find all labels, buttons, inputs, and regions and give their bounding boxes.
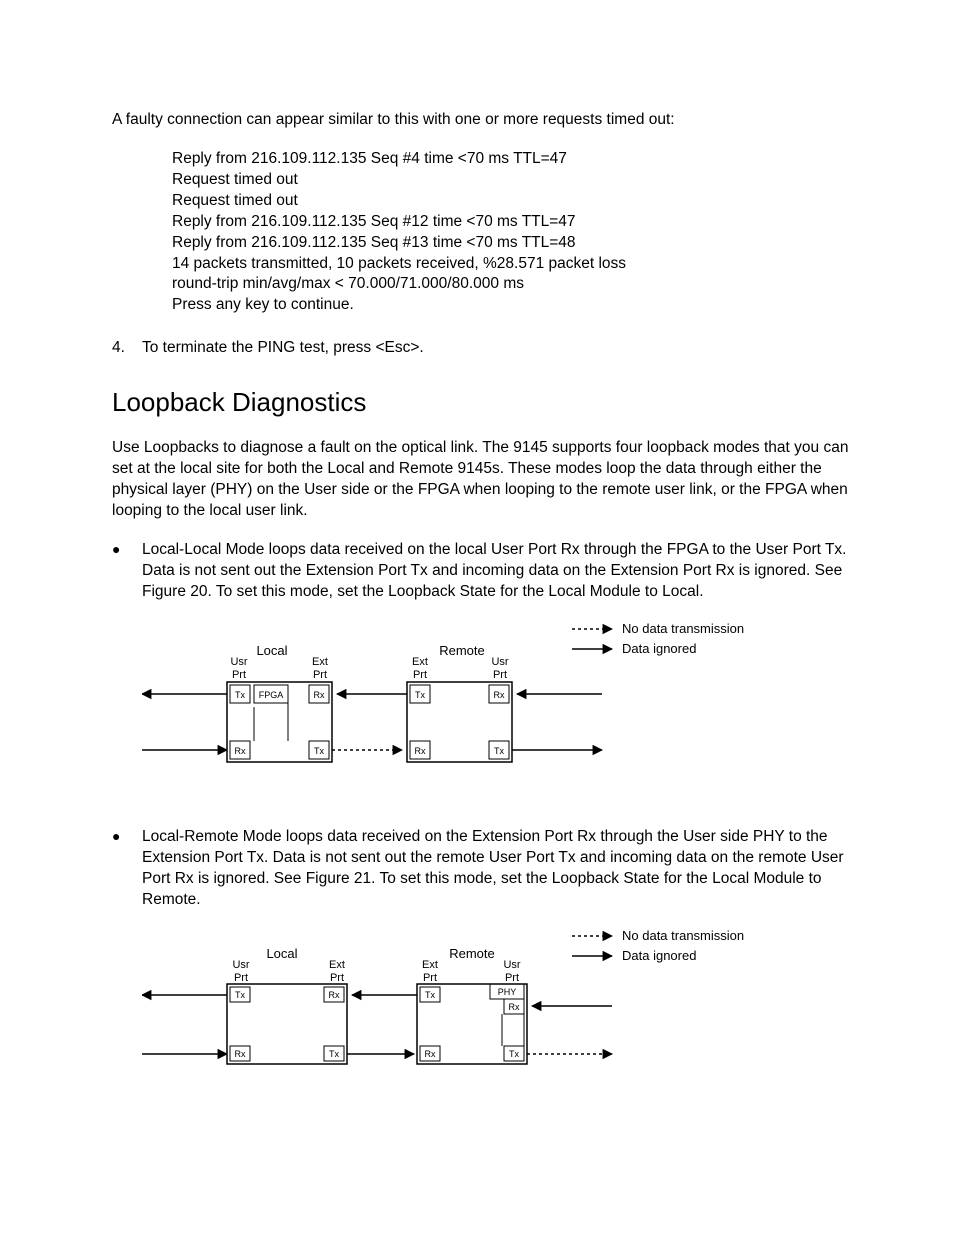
- label-tx: Tx: [415, 690, 425, 700]
- console-line: Press any key to continue.: [172, 295, 854, 316]
- step-number: 4.: [112, 338, 142, 359]
- console-line: Request timed out: [172, 170, 854, 191]
- legend-no-data: No data transmission: [622, 928, 744, 943]
- svg-text:Tx: Tx: [509, 1049, 519, 1059]
- svg-text:Tx: Tx: [329, 1049, 339, 1059]
- label-prt: Prt: [313, 669, 327, 681]
- label-ext: Ext: [312, 656, 328, 668]
- svg-text:Prt: Prt: [423, 972, 437, 984]
- label-phy: PHY: [498, 987, 517, 997]
- label-usr: Usr: [230, 656, 247, 668]
- loopback-intro: Use Loopbacks to diagnose a fault on the…: [112, 438, 854, 522]
- svg-text:Prt: Prt: [234, 972, 248, 984]
- label-usr: Usr: [491, 656, 508, 668]
- label-prt: Prt: [413, 669, 427, 681]
- section-heading: Loopback Diagnostics: [112, 385, 854, 420]
- label-prt: Prt: [232, 669, 246, 681]
- svg-text:Rx: Rx: [509, 1002, 520, 1012]
- console-line: Reply from 216.109.112.135 Seq #12 time …: [172, 212, 854, 233]
- label-rx: Rx: [314, 690, 325, 700]
- svg-text:Rx: Rx: [329, 990, 340, 1000]
- svg-text:Usr: Usr: [232, 959, 249, 971]
- bullet-text: Local-Local Mode loops data received on …: [142, 540, 854, 603]
- console-line: round-trip min/avg/max < 70.000/71.000/8…: [172, 274, 854, 295]
- step-text: To terminate the PING test, press <Esc>.: [142, 338, 424, 359]
- svg-text:Ext: Ext: [329, 959, 345, 971]
- legend-no-data: No data transmission: [622, 621, 744, 636]
- console-output: Reply from 216.109.112.135 Seq #4 time <…: [172, 149, 854, 316]
- label-fpga: FPGA: [259, 690, 284, 700]
- svg-text:Rx: Rx: [425, 1049, 436, 1059]
- svg-text:Rx: Rx: [235, 1049, 246, 1059]
- bullet-local-remote: ● Local-Remote Mode loops data received …: [112, 827, 854, 911]
- label-ext: Ext: [412, 656, 428, 668]
- figure-21: No data transmission Data ignored Local …: [142, 924, 854, 1094]
- svg-text:Prt: Prt: [330, 972, 344, 984]
- svg-text:Usr: Usr: [503, 959, 520, 971]
- bullet-dot-icon: ●: [112, 827, 142, 911]
- legend-data-ignored: Data ignored: [622, 948, 696, 963]
- label-rx: Rx: [235, 746, 246, 756]
- console-line: Reply from 216.109.112.135 Seq #4 time <…: [172, 149, 854, 170]
- label-remote: Remote: [449, 946, 495, 961]
- svg-text:Tx: Tx: [425, 990, 435, 1000]
- diagram-local-local: No data transmission Data ignored Local …: [142, 617, 782, 787]
- bullet-local-local: ● Local-Local Mode loops data received o…: [112, 540, 854, 603]
- label-tx: Tx: [494, 746, 504, 756]
- intro-paragraph: A faulty connection can appear similar t…: [112, 110, 854, 131]
- label-rx: Rx: [494, 690, 505, 700]
- console-line: Request timed out: [172, 191, 854, 212]
- label-prt: Prt: [493, 669, 507, 681]
- label-remote: Remote: [439, 643, 485, 658]
- label-tx: Tx: [235, 690, 245, 700]
- legend-data-ignored: Data ignored: [622, 641, 696, 656]
- svg-text:Prt: Prt: [505, 972, 519, 984]
- console-line: 14 packets transmitted, 10 packets recei…: [172, 254, 854, 275]
- console-line: Reply from 216.109.112.135 Seq #13 time …: [172, 233, 854, 254]
- step-4: 4. To terminate the PING test, press <Es…: [112, 338, 854, 359]
- svg-text:Ext: Ext: [422, 959, 438, 971]
- label-rx: Rx: [415, 746, 426, 756]
- label-local: Local: [256, 643, 287, 658]
- bullet-dot-icon: ●: [112, 540, 142, 603]
- bullet-text: Local-Remote Mode loops data received on…: [142, 827, 854, 911]
- svg-text:Tx: Tx: [235, 990, 245, 1000]
- figure-20: No data transmission Data ignored Local …: [142, 617, 854, 787]
- label-local: Local: [266, 946, 297, 961]
- diagram-local-remote: No data transmission Data ignored Local …: [142, 924, 782, 1094]
- label-tx: Tx: [314, 746, 324, 756]
